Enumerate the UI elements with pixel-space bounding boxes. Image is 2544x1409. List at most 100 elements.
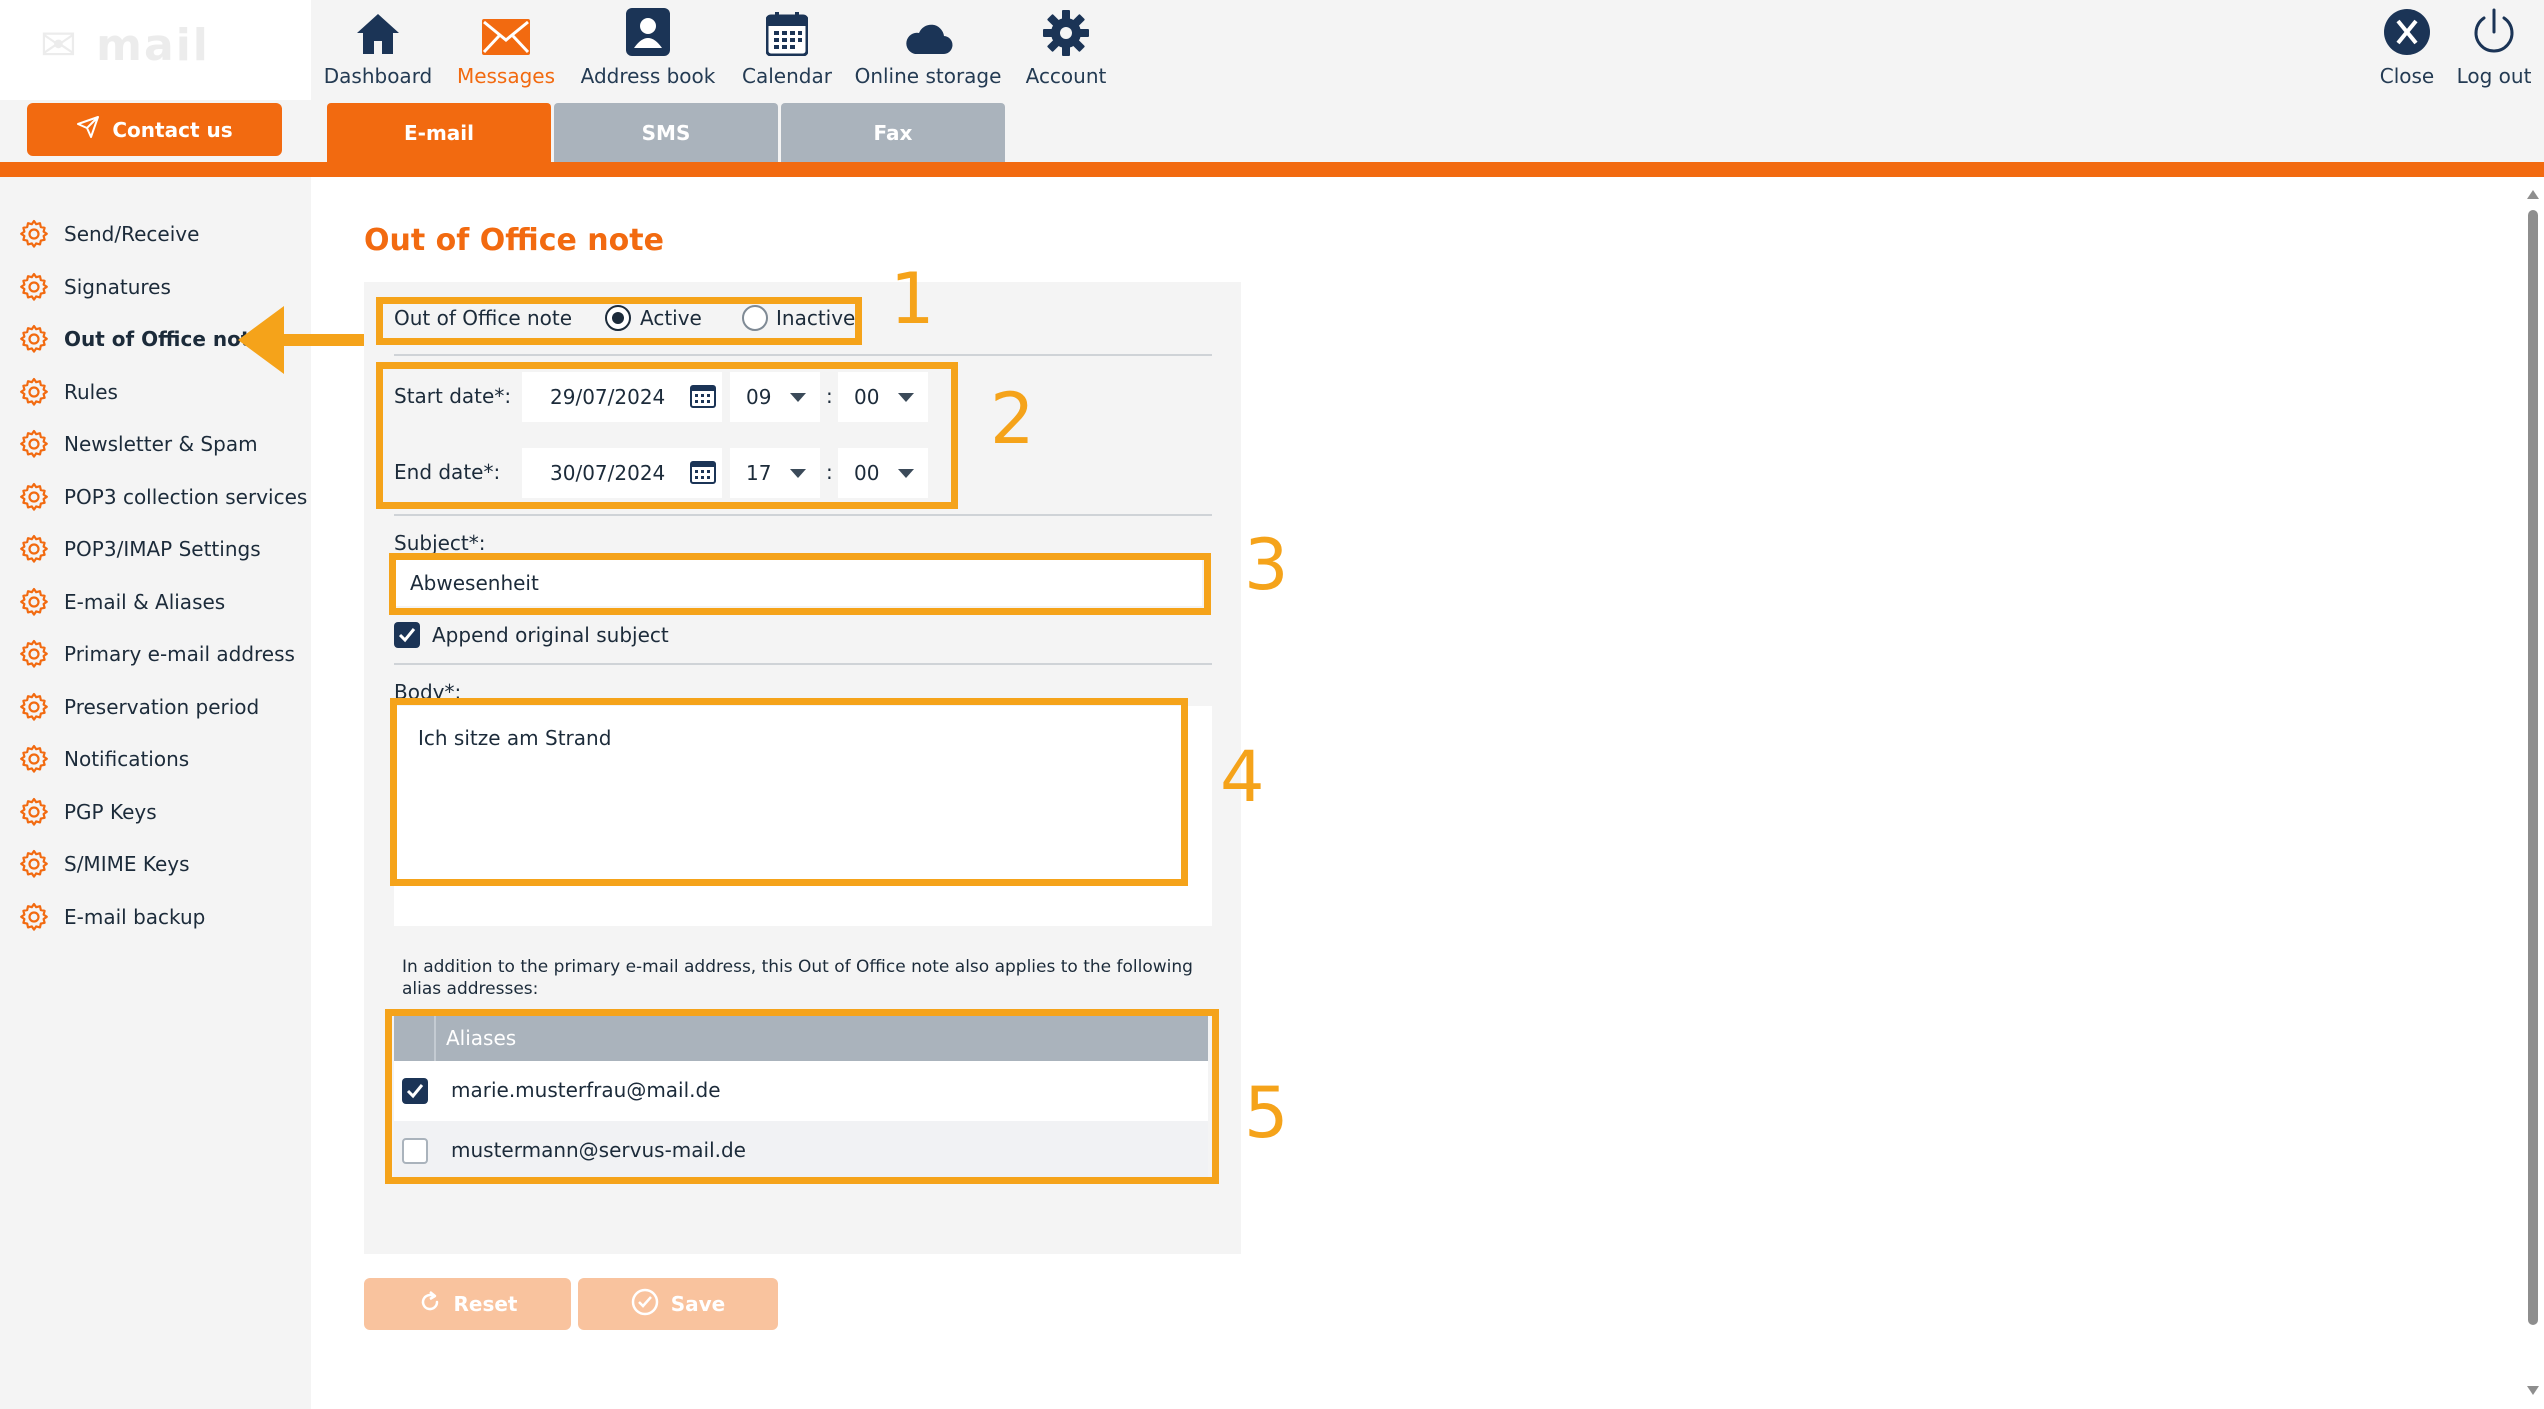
sidebar-item-pgp-keys[interactable]: PGP Keys: [0, 786, 311, 838]
subject-input[interactable]: [396, 560, 1202, 606]
inactive-radio-label: Inactive: [776, 306, 856, 330]
nav-log-out-label: Log out: [2456, 64, 2532, 88]
gear-outline-icon: [18, 533, 50, 565]
sidebar-item-label: Rules: [64, 379, 118, 404]
scroll-down-icon[interactable]: [2527, 1386, 2539, 1395]
sidebar-item-label: Newsletter & Spam: [64, 432, 258, 456]
gear-outline-icon: [18, 586, 50, 618]
sidebar-item-label: E-mail backup: [64, 904, 206, 929]
nav-messages[interactable]: Messages: [454, 0, 558, 100]
start-hour-select[interactable]: 09: [730, 372, 820, 422]
calendar-icon: [766, 0, 808, 56]
sidebar-item-preservation-period[interactable]: Preservation period: [0, 681, 311, 733]
page-title: Out of Office note: [364, 223, 664, 258]
tab-fax[interactable]: Fax: [781, 103, 1005, 162]
chevron-down-icon: [790, 393, 806, 402]
nav-online-storage-label: Online storage: [854, 64, 1002, 88]
gear-outline-icon: [18, 901, 50, 933]
status-label: Out of Office note: [394, 306, 573, 330]
nav-close-label: Close: [2379, 64, 2435, 88]
tab-sms[interactable]: SMS: [554, 103, 778, 162]
checkmark-icon: [406, 1084, 424, 1099]
cloud-icon: [903, 0, 953, 56]
divider: [394, 663, 1212, 665]
alias-note-text: In addition to the primary e-mail addres…: [402, 957, 1193, 999]
power-icon: [2471, 0, 2517, 56]
end-hour-select[interactable]: 17: [730, 448, 820, 498]
sidebar-item-label: POP3 collection services: [64, 484, 308, 509]
nav-dashboard[interactable]: Dashboard: [324, 0, 432, 100]
gear-outline-icon: [18, 376, 50, 408]
save-button[interactable]: Save: [578, 1278, 778, 1330]
body-textarea[interactable]: Ich sitze am Strand: [400, 712, 1180, 878]
envelope-icon: [481, 0, 531, 56]
sidebar-item-pop3-imap-settings[interactable]: POP3/IMAP Settings: [0, 523, 311, 575]
sidebar-item-signatures[interactable]: Signatures: [0, 261, 311, 313]
annotation-number-3: 3: [1244, 524, 1289, 606]
divider: [394, 354, 1212, 356]
gear-icon: [1043, 0, 1089, 56]
nav-account[interactable]: Account: [1024, 0, 1108, 100]
chevron-down-icon: [790, 469, 806, 478]
sidebar-item-primary-e-mail-address[interactable]: Primary e-mail address: [0, 628, 311, 680]
reset-button[interactable]: Reset: [364, 1278, 571, 1330]
alias-row[interactable]: mustermann@servus-mail.de: [394, 1121, 1208, 1181]
active-radio-label: Active: [640, 306, 702, 330]
sidebar-item-e-mail-backup[interactable]: E-mail backup: [0, 891, 311, 943]
nav-address-book-label: Address book: [580, 64, 716, 88]
logo-area: ✉ mail: [0, 0, 311, 100]
scrollbar-thumb[interactable]: [2528, 210, 2538, 1325]
contact-us-button[interactable]: Contact us: [27, 103, 282, 156]
gear-outline-icon: [18, 271, 50, 303]
alias-checkbox[interactable]: [402, 1138, 428, 1164]
scroll-up-icon[interactable]: [2527, 190, 2539, 199]
sidebar-item-newsletter-spam[interactable]: Newsletter & Spam: [0, 418, 311, 470]
gear-outline-icon: [18, 323, 50, 355]
gear-outline-icon: [18, 428, 50, 460]
gear-outline-icon: [18, 481, 50, 513]
annotation-number-4: 4: [1220, 736, 1265, 818]
sidebar-item-label: PGP Keys: [64, 799, 157, 824]
sidebar-item-send-receive[interactable]: Send/Receive: [0, 208, 311, 260]
pointer-arrow-annotation: [238, 306, 368, 374]
annotation-number-2: 2: [990, 378, 1035, 460]
gear-outline-icon: [18, 638, 50, 670]
annotation-number-1: 1: [890, 258, 935, 340]
start-date-value: 29/07/2024: [550, 385, 666, 409]
start-minute-select[interactable]: 00: [838, 372, 928, 422]
sidebar-item-label: E-mail & Aliases: [64, 589, 226, 614]
append-subject-checkbox[interactable]: [394, 622, 420, 648]
active-radio[interactable]: [605, 305, 631, 331]
tab-email[interactable]: E-mail: [327, 103, 551, 162]
end-date-label: End date*:: [394, 460, 501, 484]
sidebar-item-notifications[interactable]: Notifications: [0, 733, 311, 785]
inactive-radio[interactable]: [742, 305, 768, 331]
contact-card-icon: [626, 0, 670, 56]
end-hour-value: 17: [746, 461, 772, 485]
nav-close[interactable]: Close: [2372, 0, 2442, 100]
alias-row[interactable]: marie.musterfrau@mail.de: [394, 1061, 1208, 1121]
gear-outline-icon: [18, 848, 50, 880]
end-minute-value: 00: [854, 461, 880, 485]
end-minute-select[interactable]: 00: [838, 448, 928, 498]
calendar-picker-icon[interactable]: [690, 460, 716, 488]
calendar-picker-icon[interactable]: [690, 384, 716, 412]
alias-checkbox[interactable]: [402, 1078, 428, 1104]
sidebar-item-e-mail-aliases[interactable]: E-mail & Aliases: [0, 576, 311, 628]
sidebar-item-label: POP3/IMAP Settings: [64, 537, 261, 561]
nav-address-book[interactable]: Address book: [580, 0, 716, 100]
gear-outline-icon: [18, 796, 50, 828]
start-minute-value: 00: [854, 385, 880, 409]
aliases-table-header: Aliases: [394, 1016, 1208, 1061]
nav-calendar[interactable]: Calendar: [742, 0, 832, 100]
sidebar-item-s-mime-keys[interactable]: S/MIME Keys: [0, 838, 311, 890]
nav-online-storage[interactable]: Online storage: [855, 0, 1001, 100]
end-date-value: 30/07/2024: [550, 461, 666, 485]
body-label: Body*:: [394, 680, 462, 704]
sidebar-item-pop3-collection-services[interactable]: POP3 collection services: [0, 471, 311, 523]
sidebar-item-label: Preservation period: [64, 694, 260, 719]
nav-dashboard-label: Dashboard: [323, 64, 433, 88]
chevron-down-icon: [898, 469, 914, 478]
header-separator: [434, 1016, 436, 1061]
nav-log-out[interactable]: Log out: [2456, 0, 2532, 100]
